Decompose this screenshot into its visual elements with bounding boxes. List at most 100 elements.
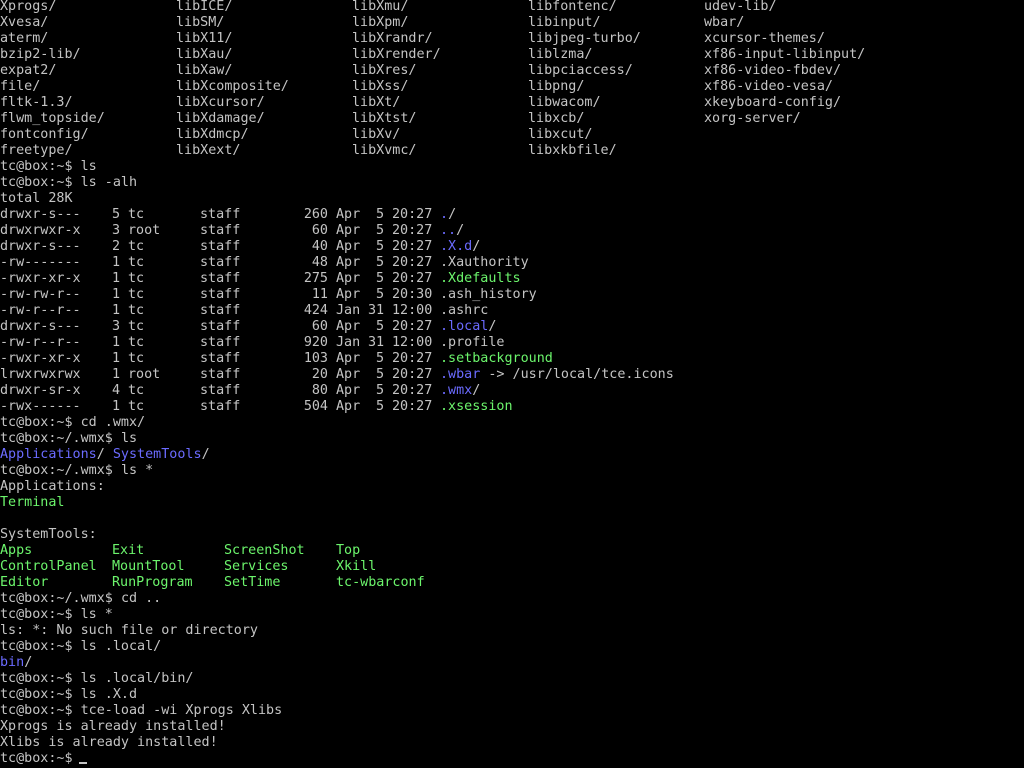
ls-perm: -rw-r--r-- <box>0 303 81 318</box>
ls-day: 5 <box>375 351 384 366</box>
ls-time: 20:27 <box>392 383 433 398</box>
ls-month: Apr <box>336 239 361 254</box>
dir-suffix: / <box>201 447 210 462</box>
applications-listing: Terminal <box>0 495 1024 511</box>
ls-time: 20:27 <box>392 255 433 270</box>
systemtools-row: Apps Exit ScreenShot Top <box>0 543 1024 559</box>
ls-links: 1 <box>112 271 121 286</box>
ls-name: .ashrc <box>440 303 489 318</box>
active-prompt-line[interactable]: tc@box:~$ <box>0 751 1024 767</box>
ls-time: 20:27 <box>392 207 433 222</box>
pkg-item: libXdmcp/ <box>176 127 249 142</box>
ls-suffix: / <box>472 383 481 398</box>
pkg-row: Xprogs/ libICE/ libXmu/ libfontenc/ udev… <box>0 0 1024 15</box>
pkg-item: libxkbfile/ <box>528 143 617 158</box>
ls-row: lrwxrwxrwx 1 root staff 20 Apr 5 20:27 .… <box>0 367 1024 383</box>
ls-perm: -rwxr-xr-x <box>0 351 81 366</box>
ls-name: .. <box>440 223 457 238</box>
ls-perm: -rwxr-xr-x <box>0 271 81 286</box>
ls-day: 5 <box>375 319 384 334</box>
ls-size: 275 <box>303 271 328 286</box>
wmx-listing: Applications/ SystemTools/ <box>0 447 1024 463</box>
pkg-item: xf86-video-vesa/ <box>704 79 833 94</box>
pkg-item: libSM/ <box>176 15 225 30</box>
ls-size: 424 <box>303 303 328 318</box>
shell-prompt: tc@box:~/.wmx$ <box>0 591 113 606</box>
pkg-item: libXmu/ <box>352 0 409 14</box>
terminal-screen[interactable]: Xprogs/ libICE/ libXmu/ libfontenc/ udev… <box>0 0 1024 768</box>
ls-month: Apr <box>336 223 361 238</box>
pkg-item: libXtst/ <box>352 111 417 126</box>
pkg-item: libXpm/ <box>352 15 409 30</box>
ls-row: drwxr-s--- 2 tc staff 40 Apr 5 20:27 .X.… <box>0 239 1024 255</box>
ls-perm: -rw-r--r-- <box>0 335 81 350</box>
ls-row: -rw-r--r-- 1 tc staff 920 Jan 31 12:00 .… <box>0 335 1024 351</box>
ls-time: 20:27 <box>392 399 433 414</box>
pkg-item: libjpeg-turbo/ <box>528 31 641 46</box>
pkg-item: libinput/ <box>528 15 601 30</box>
shell-prompt: tc@box:~$ <box>0 687 73 702</box>
tool-entry: Top <box>336 543 361 558</box>
ls-group: staff <box>200 303 241 318</box>
pkg-item: libICE/ <box>176 0 233 14</box>
ls-size: 80 <box>311 383 328 398</box>
command-text: ls * <box>80 607 113 622</box>
section-header: Applications: <box>0 479 105 494</box>
ls-group: staff <box>200 255 241 270</box>
ls-month: Apr <box>336 271 361 286</box>
ls-links: 1 <box>112 367 121 382</box>
ls-links: 2 <box>112 239 121 254</box>
ls-links: 5 <box>112 207 121 222</box>
pkg-item: aterm/ <box>0 31 49 46</box>
ls-row: drwxrwxr-x 3 root staff 60 Apr 5 20:27 .… <box>0 223 1024 239</box>
ls-size: 103 <box>303 351 328 366</box>
ls-day: 5 <box>375 255 384 270</box>
pkg-row: expat2/ libXaw/ libXres/ libpciaccess/ x… <box>0 63 1024 79</box>
ls-group: staff <box>200 351 241 366</box>
ls-perm: drwxr-sr-x <box>0 383 81 398</box>
ls-day: 5 <box>375 207 384 222</box>
shell-prompt: tc@box:~$ <box>0 639 73 654</box>
ls-size: 40 <box>311 239 328 254</box>
ls-row: -rw-r--r-- 1 tc staff 424 Jan 31 12:00 .… <box>0 303 1024 319</box>
ls-time: 20:27 <box>392 319 433 334</box>
ls-day: 5 <box>375 287 384 302</box>
command-text: ls .local/ <box>80 639 162 654</box>
ls-time: 12:00 <box>392 335 433 350</box>
pkg-item: xcursor-themes/ <box>704 31 825 46</box>
ls-table: drwxr-s--- 5 tc staff 260 Apr 5 20:27 ./… <box>0 207 1024 415</box>
ls-row: -rwxr-xr-x 1 tc staff 103 Apr 5 20:27 .s… <box>0 351 1024 367</box>
tool-entry: SetTime <box>224 575 281 590</box>
dir-suffix: / <box>96 447 105 462</box>
tool-entry: ControlPanel <box>0 559 97 574</box>
tool-entry: Exit <box>112 543 145 558</box>
ls-suffix: / <box>488 319 497 334</box>
pkg-row: fltk-1.3/ libXcursor/ libXt/ libwacom/ x… <box>0 95 1024 111</box>
ls-owner: root <box>128 367 161 382</box>
pkg-item: fontconfig/ <box>0 127 89 142</box>
ls-perm: drwxrwxr-x <box>0 223 81 238</box>
ls-links: 3 <box>112 223 121 238</box>
ls-time: 20:27 <box>392 239 433 254</box>
ls-owner: tc <box>128 255 145 270</box>
pkg-row: fontconfig/ libXdmcp/ libXv/ libxcut/ <box>0 127 1024 143</box>
ls-name: .ash_history <box>440 287 537 302</box>
ls-group: staff <box>200 239 241 254</box>
command-line: tc@box:~/.wmx$ cd .. <box>0 591 1024 607</box>
pkg-item: Xprogs/ <box>0 0 57 14</box>
ls-day: 5 <box>375 383 384 398</box>
command-line: tc@box:~$ ls * <box>0 607 1024 623</box>
command-text: cd .. <box>120 591 162 606</box>
tool-entry: RunProgram <box>112 575 193 590</box>
pkg-item: libwacom/ <box>528 95 601 110</box>
ls-group: staff <box>200 207 241 222</box>
pkg-item: udev-lib/ <box>704 0 777 14</box>
pkg-item: libXext/ <box>176 143 241 158</box>
command-line: tc@box:~$ tce-load -wi Xprogs Xlibs <box>0 703 1024 719</box>
ls-month: Apr <box>336 255 361 270</box>
pkg-item: libXres/ <box>352 63 417 78</box>
pkg-item: wbar/ <box>704 15 745 30</box>
pkg-item: libXdamage/ <box>176 111 265 126</box>
shell-prompt: tc@box:~$ <box>0 751 73 766</box>
